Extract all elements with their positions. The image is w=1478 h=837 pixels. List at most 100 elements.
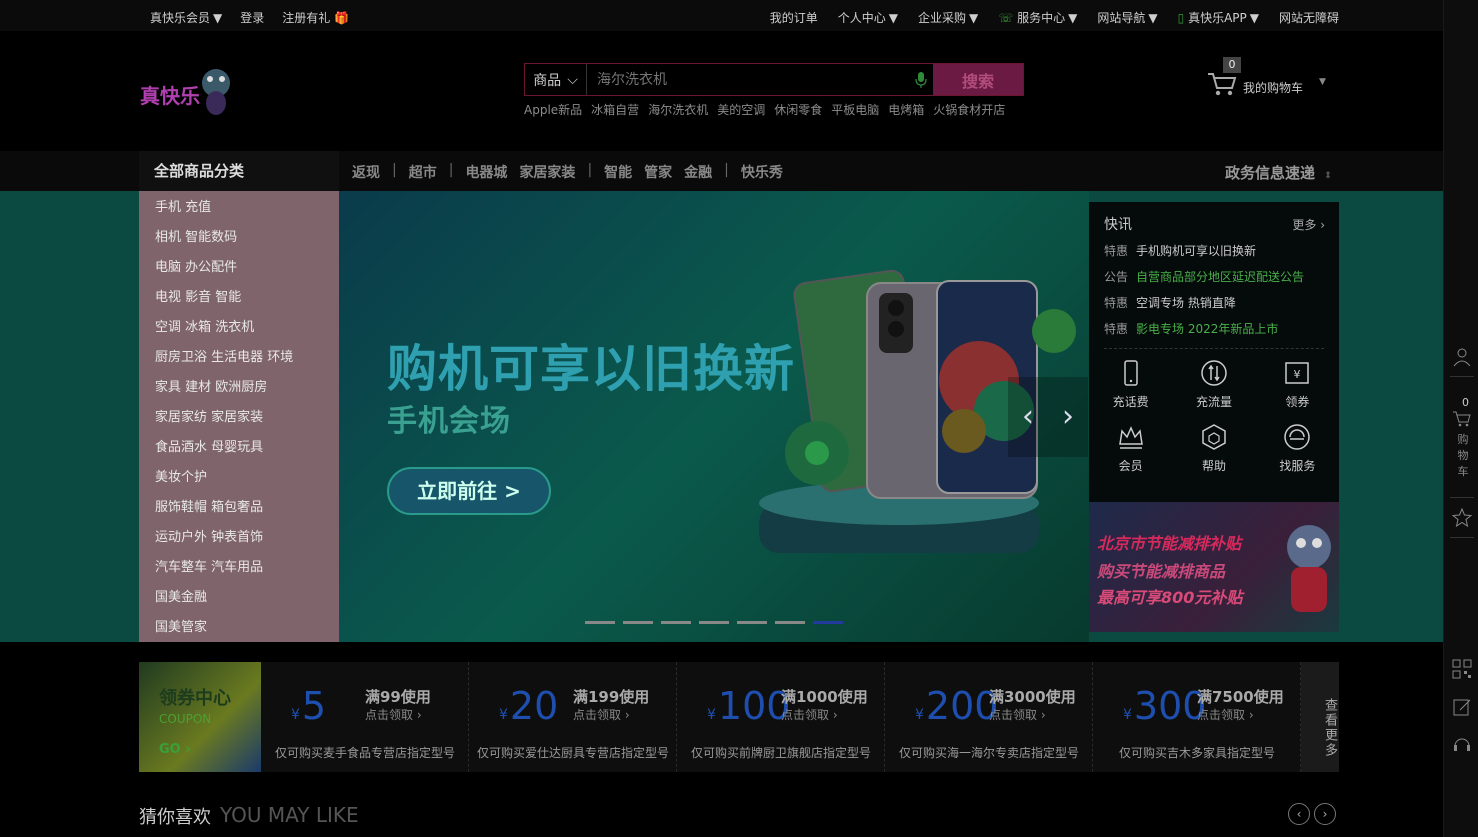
- cart-icon[interactable]: [1452, 410, 1472, 428]
- hotword-link[interactable]: 电烤箱: [888, 101, 924, 118]
- slide-cta-button[interactable]: 立即前往 >: [387, 467, 551, 515]
- member-link[interactable]: 真快乐会员 ▼: [150, 9, 222, 26]
- chevron-right-icon[interactable]: ›: [1314, 803, 1336, 825]
- service-recharge-data[interactable]: 充流量: [1172, 358, 1255, 410]
- category-item[interactable]: 运动户外 钟表首饰: [139, 527, 339, 557]
- data-flow-icon: [1201, 360, 1227, 386]
- coupon-center-link[interactable]: 领券中心 COUPON GO ›: [139, 662, 261, 772]
- service-help[interactable]: 帮助: [1172, 422, 1255, 474]
- category-item[interactable]: 厨房卫浴 生活电器 环境: [139, 347, 339, 377]
- category-item[interactable]: 空调 冰箱 洗衣机: [139, 317, 339, 347]
- category-item[interactable]: 手机 充值: [139, 197, 339, 227]
- microphone-icon[interactable]: [909, 64, 933, 95]
- category-item[interactable]: 服饰鞋帽 箱包奢品: [139, 497, 339, 527]
- coupon-card[interactable]: ¥100 满1000使用 点击领取 › 仅可购买前牌厨卫旗舰店指定型号: [677, 662, 885, 772]
- carousel-dot-active[interactable]: [813, 621, 843, 624]
- hotword-link[interactable]: 海尔洗衣机: [648, 101, 708, 118]
- category-item[interactable]: 国美金融: [139, 587, 339, 617]
- user-icon[interactable]: [1452, 347, 1472, 367]
- news-item[interactable]: 特惠 空调专场 热销直降: [1104, 294, 1324, 320]
- hotword-link[interactable]: 休闲零食: [774, 101, 822, 118]
- nav-link-appliances[interactable]: 电器城: [465, 162, 519, 182]
- coupon-view-more-button[interactable]: 查看更多: [1301, 662, 1339, 772]
- hotword-link[interactable]: 平板电脑: [831, 101, 879, 118]
- star-icon[interactable]: [1452, 508, 1472, 528]
- service-recharge-phone[interactable]: 充话费: [1089, 358, 1172, 410]
- search-input[interactable]: [587, 64, 909, 95]
- hotword-link[interactable]: 火锅食材开店: [933, 101, 1005, 118]
- nav-link-happy-show[interactable]: 快乐秀: [741, 162, 795, 182]
- edit-icon[interactable]: [1452, 697, 1472, 717]
- category-item[interactable]: 家具 建材 欧洲厨房: [139, 377, 339, 407]
- site-logo[interactable]: 真快乐: [138, 61, 238, 121]
- category-item[interactable]: 国美管家: [139, 617, 339, 647]
- nav-link-smart[interactable]: 智能: [604, 162, 644, 182]
- carousel-dot[interactable]: [661, 621, 691, 624]
- cart-button[interactable]: 0 我的购物车 ▼: [1207, 57, 1337, 101]
- nav-link-cashback[interactable]: 返现: [352, 162, 392, 182]
- all-categories-button[interactable]: 全部商品分类: [139, 151, 339, 191]
- my-orders-link[interactable]: 我的订单: [770, 9, 818, 26]
- rail-cart-label[interactable]: 购物车: [1456, 432, 1470, 480]
- service-member[interactable]: 会员: [1089, 422, 1172, 474]
- carousel-dot[interactable]: [737, 621, 767, 624]
- hotword-link[interactable]: Apple新品: [524, 101, 582, 118]
- login-link[interactable]: 登录: [240, 9, 264, 26]
- carousel-dot[interactable]: [775, 621, 805, 624]
- energy-subsidy-banner[interactable]: 北京市节能减排补贴 购买节能减排商品 最高可享800元补贴: [1089, 502, 1339, 632]
- category-item[interactable]: 汽车整车 汽车用品: [139, 557, 339, 587]
- coupon-card[interactable]: ¥5 满99使用 点击领取 › 仅可购买麦手食品专营店指定型号: [261, 662, 469, 772]
- category-item[interactable]: 相机 智能数码: [139, 227, 339, 257]
- qr-code-icon[interactable]: [1452, 659, 1472, 679]
- coupon-center-subtitle: COUPON: [159, 712, 212, 726]
- accessible-link[interactable]: 网站无障碍: [1279, 9, 1339, 26]
- site-nav-link[interactable]: 网站导航 ▼: [1097, 9, 1157, 26]
- personal-center-link[interactable]: 个人中心 ▼: [838, 9, 898, 26]
- coupon-card[interactable]: ¥20 满199使用 点击领取 › 仅可购买爱仕达厨具专营店指定型号: [469, 662, 677, 772]
- service-find-service[interactable]: 找服务: [1256, 422, 1339, 474]
- hotword-link[interactable]: 冰箱自营: [591, 101, 639, 118]
- enterprise-link[interactable]: 企业采购 ▼: [918, 9, 978, 26]
- category-item[interactable]: 电脑 办公配件: [139, 257, 339, 287]
- register-link[interactable]: 注册有礼 🎁: [282, 9, 349, 26]
- promo-line: 北京市节能减排补贴: [1097, 534, 1242, 553]
- search-button[interactable]: 搜索: [933, 64, 1023, 95]
- carousel-dot[interactable]: [585, 621, 615, 624]
- search-bar: 商品 ⌵ 搜索: [524, 63, 1024, 96]
- search-category-select[interactable]: 商品 ⌵: [525, 64, 587, 95]
- app-link[interactable]: ▯ 真快乐APP ▼: [1178, 9, 1259, 26]
- nav-link-home[interactable]: 家居家装: [519, 162, 587, 182]
- category-item[interactable]: 家居家纺 家居家装: [139, 407, 339, 437]
- headset-icon: ☏: [998, 11, 1014, 25]
- nav-link-finance[interactable]: 金融: [684, 162, 724, 182]
- divider: [1450, 376, 1474, 377]
- category-item[interactable]: 食品酒水 母婴玩具: [139, 437, 339, 467]
- gov-info-link[interactable]: 政务信息速递 ⇕: [1225, 162, 1332, 183]
- news-more-link[interactable]: 更多 ›: [1292, 216, 1325, 233]
- carousel-dot[interactable]: [699, 621, 729, 624]
- service-coupon[interactable]: ¥ 领券: [1256, 358, 1339, 410]
- crown-icon: [1118, 426, 1143, 449]
- service-icon: [1284, 424, 1311, 450]
- caret-down-icon: ▼: [1319, 77, 1326, 87]
- carousel-slide[interactable]: 购机可享以旧换新 手机会场 立即前往 > ‹ ›: [339, 191, 1089, 642]
- nav-link-supermarket[interactable]: 超市: [409, 162, 449, 182]
- headset-icon[interactable]: [1452, 734, 1472, 754]
- news-item[interactable]: 公告 自营商品部分地区延迟配送公告: [1104, 268, 1324, 294]
- news-item[interactable]: 特惠 影电专场 2022年新品上市: [1104, 320, 1324, 346]
- category-item[interactable]: 美妆个护: [139, 467, 339, 497]
- you-may-like-title: 猜你喜欢: [139, 807, 211, 828]
- svg-text:真快乐: 真快乐: [140, 84, 200, 108]
- news-item[interactable]: 特惠 手机购机可享以旧换新: [1104, 242, 1324, 268]
- coupon-card[interactable]: ¥300 满7500使用 点击领取 › 仅可购买吉木多家具指定型号: [1093, 662, 1301, 772]
- hotword-link[interactable]: 美的空调: [717, 101, 765, 118]
- chevron-down-icon: ⌵: [567, 71, 578, 88]
- nav-link-butler[interactable]: 管家: [644, 162, 684, 182]
- carousel-next-button[interactable]: ›: [1048, 377, 1088, 457]
- carousel-prev-button[interactable]: ‹: [1008, 377, 1048, 457]
- service-center-link[interactable]: ☏ 服务中心 ▼: [998, 9, 1077, 26]
- chevron-left-icon[interactable]: ‹: [1288, 803, 1310, 825]
- coupon-card[interactable]: ¥200 满3000使用 点击领取 › 仅可购买海一海尔专卖店指定型号: [885, 662, 1093, 772]
- category-item[interactable]: 电视 影音 智能: [139, 287, 339, 317]
- carousel-dot[interactable]: [623, 621, 653, 624]
